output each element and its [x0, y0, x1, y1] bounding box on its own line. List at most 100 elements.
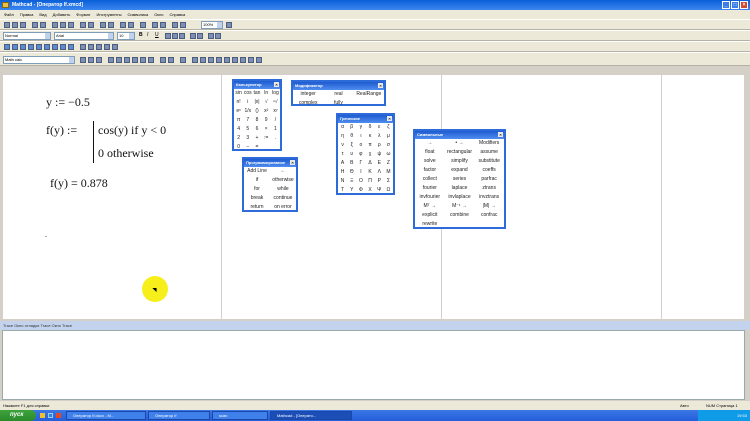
- greek-letter-button[interactable]: Θ: [347, 168, 356, 177]
- calculator-button[interactable]: :=: [262, 134, 271, 143]
- menu-window[interactable]: Окно: [154, 12, 163, 17]
- greek-letter-button[interactable]: ξ: [347, 141, 356, 150]
- bold-button[interactable]: B: [139, 32, 143, 38]
- calculator-button[interactable]: ⁿ√: [271, 98, 280, 107]
- greek-letter-button[interactable]: β: [347, 123, 356, 132]
- taskbar-button-folder[interactable]: Оператор If: [148, 411, 210, 420]
- help-pointer-icon[interactable]: [226, 22, 232, 28]
- trace-window-tabs[interactable]: Trace Окно отладки Trace Окно Trace: [0, 321, 750, 330]
- calculator-button[interactable]: =: [252, 143, 261, 152]
- modifier-toolbar-icon[interactable]: [80, 44, 86, 50]
- calculator-button[interactable]: 0: [234, 143, 243, 152]
- calculator-button[interactable]: +: [252, 134, 261, 143]
- greek-letter-button[interactable]: Ι: [356, 168, 365, 177]
- close-icon[interactable]: ×: [387, 116, 392, 121]
- calculator-button[interactable]: 1: [271, 125, 280, 134]
- greek-letter-button[interactable]: Μ: [384, 168, 393, 177]
- symbolic-button[interactable]: rewrite: [415, 220, 445, 229]
- greek-letter-button[interactable]: ψ: [375, 150, 384, 159]
- calculator-button[interactable]: .: [271, 134, 280, 143]
- format-icon-16[interactable]: [216, 57, 222, 63]
- font-combo[interactable]: Arial: [54, 32, 114, 40]
- insert-function-icon[interactable]: [120, 22, 126, 28]
- greek-letter-button[interactable]: ε: [375, 123, 384, 132]
- symbolic-button[interactable]: combine: [445, 211, 475, 220]
- format-icon-19[interactable]: [240, 57, 246, 63]
- calculator-button[interactable]: x²: [262, 107, 271, 116]
- symbolic-button[interactable]: invlaplace: [445, 193, 475, 202]
- greek-letter-button[interactable]: ι: [356, 132, 365, 141]
- programming-button[interactable]: if: [244, 176, 270, 185]
- quicklaunch-icon-3[interactable]: [56, 413, 61, 418]
- worksheet[interactable]: [3, 75, 744, 319]
- open-icon[interactable]: [12, 22, 18, 28]
- format-icon-9[interactable]: [148, 57, 154, 63]
- symbolic-button[interactable]: solve: [415, 157, 445, 166]
- preview-icon[interactable]: [40, 22, 46, 28]
- calculator-button[interactable]: 7: [243, 116, 252, 125]
- symbolic-button[interactable]: M⁻¹ →: [445, 202, 475, 211]
- insertion-cross[interactable]: .: [45, 230, 47, 239]
- symbolic-button[interactable]: float: [415, 148, 445, 157]
- modifier-button[interactable]: integer: [293, 90, 323, 99]
- taskbar-button-word[interactable]: Оператор If.docx - M...: [66, 411, 146, 420]
- greek-letter-button[interactable]: Δ: [366, 159, 375, 168]
- greek-letter-button[interactable]: τ: [338, 150, 347, 159]
- print-icon[interactable]: [32, 22, 38, 28]
- symbolic-toolbar-icon[interactable]: [68, 44, 74, 50]
- greek-letter-button[interactable]: Κ: [366, 168, 375, 177]
- insert-hyperlink-icon[interactable]: [152, 22, 158, 28]
- menu-insert[interactable]: Добавить: [53, 12, 71, 17]
- greek-letter-button[interactable]: θ: [347, 132, 356, 141]
- programming-button[interactable]: otherwise: [270, 176, 296, 185]
- component-icon[interactable]: [160, 22, 166, 28]
- greek-letter-button[interactable]: Γ: [356, 159, 365, 168]
- align-left-icon[interactable]: [165, 33, 171, 39]
- calculus-toolbar-icon[interactable]: [36, 44, 42, 50]
- greek-letter-button[interactable]: Η: [338, 168, 347, 177]
- greek-letter-button[interactable]: π: [366, 141, 375, 150]
- symbolic-button[interactable]: collect: [415, 175, 445, 184]
- calculator-button[interactable]: tan: [252, 89, 261, 98]
- menu-view[interactable]: Вид: [39, 12, 46, 17]
- custom-toolbar-icon[interactable]: [96, 44, 102, 50]
- taskbar-button-mathcad[interactable]: Mathcad - [Операто...: [270, 411, 352, 420]
- programming-button[interactable]: on error: [270, 203, 296, 212]
- format-icon-3[interactable]: [96, 57, 102, 63]
- calculator-button[interactable]: /: [271, 116, 280, 125]
- format-icon-1[interactable]: [80, 57, 86, 63]
- close-icon[interactable]: ×: [274, 82, 279, 87]
- greek-letter-button[interactable]: Ξ: [347, 177, 356, 186]
- definition-y[interactable]: y := −0.5: [46, 95, 90, 110]
- programming-button[interactable]: while: [270, 185, 296, 194]
- calculator-button[interactable]: −: [243, 143, 252, 152]
- trace-window[interactable]: [2, 330, 745, 400]
- greek-letter-button[interactable]: Χ: [366, 186, 375, 195]
- greek-letter-button[interactable]: γ: [356, 123, 365, 132]
- format-icon-14[interactable]: [200, 57, 206, 63]
- align-icon[interactable]: [100, 22, 106, 28]
- format-icon-17[interactable]: [224, 57, 230, 63]
- calculator-button[interactable]: sin: [234, 89, 243, 98]
- greek-letter-button[interactable]: Φ: [356, 186, 365, 195]
- calculator-button[interactable]: 1/x: [243, 107, 252, 116]
- resources-icon[interactable]: [172, 22, 178, 28]
- modifier-button[interactable]: real: [323, 90, 353, 99]
- taskbar-button-scan[interactable]: scan: [212, 411, 268, 420]
- menu-file[interactable]: Файл: [4, 12, 14, 17]
- format-icon-8[interactable]: [140, 57, 146, 63]
- new-icon[interactable]: [4, 22, 10, 28]
- greek-letter-button[interactable]: ζ: [384, 123, 393, 132]
- program-line-otherwise[interactable]: 0 otherwise: [98, 146, 154, 161]
- calculator-button[interactable]: (): [252, 107, 261, 116]
- greek-letter-button[interactable]: χ: [366, 150, 375, 159]
- start-button[interactable]: пуск: [0, 410, 36, 421]
- minimize-icon[interactable]: _: [722, 1, 730, 9]
- calculator-button[interactable]: 9: [262, 116, 271, 125]
- calculator-button[interactable]: ln: [262, 89, 271, 98]
- format-icon-7[interactable]: [132, 57, 138, 63]
- calculator-button[interactable]: 5: [243, 125, 252, 134]
- close-icon[interactable]: ×: [290, 160, 295, 165]
- symbolic-button[interactable]: rectangular: [445, 148, 475, 157]
- greek-letter-button[interactable]: α: [338, 123, 347, 132]
